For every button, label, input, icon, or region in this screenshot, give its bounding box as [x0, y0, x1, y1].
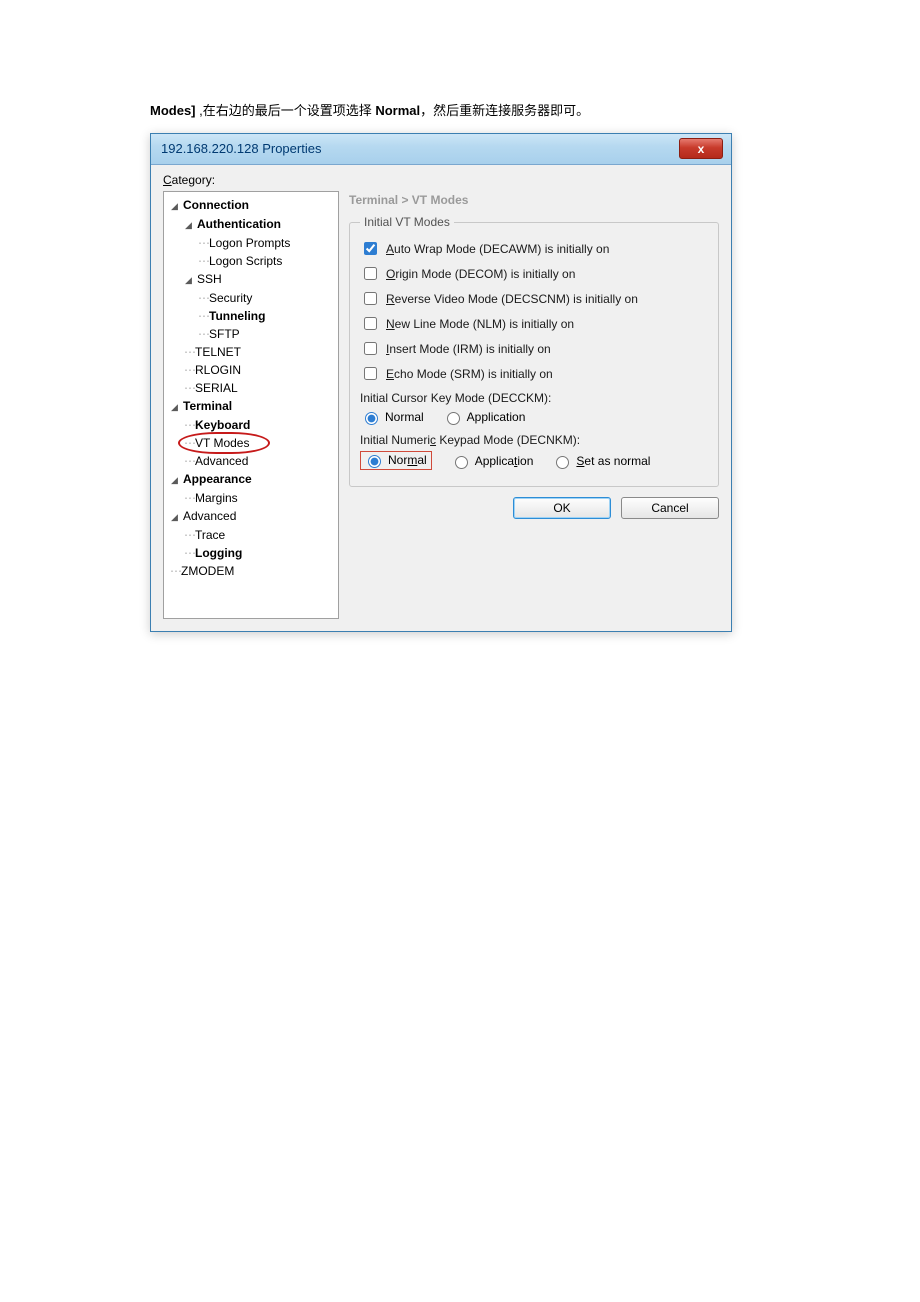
radio-keypad-application[interactable]: Application	[450, 453, 534, 469]
checkbox-reverse[interactable]: Reverse Video Mode (DECSCNM) is initiall…	[360, 289, 708, 308]
radio-keypad-set-normal[interactable]: Set as normal	[551, 453, 650, 469]
tree-item-telnet[interactable]: ⋯TELNET	[184, 343, 336, 361]
checkbox-newline-label: New Line Mode (NLM) is initially on	[386, 317, 574, 331]
category-label: Category:	[163, 173, 719, 187]
panel-breadcrumb: Terminal > VT Modes	[349, 193, 719, 207]
tree-item-ssh[interactable]: ◢SSH ⋯Security ⋯Tunneling ⋯SFTP	[184, 270, 336, 343]
tree-item-appearance[interactable]: ◢Appearance ⋯Margins	[170, 470, 336, 507]
titlebar[interactable]: 192.168.220.128 Properties x	[151, 134, 731, 165]
tree-item-logon-prompts[interactable]: ⋯Logon Prompts	[198, 234, 336, 252]
category-tree[interactable]: ◢Connection ◢Authentication ⋯Logon Promp…	[163, 191, 339, 619]
checkbox-newline-input[interactable]	[364, 317, 377, 330]
tree-item-terminal[interactable]: ◢Terminal ⋯Keyboard ⋯VT Modes ⋯Advanced	[170, 397, 336, 470]
tree-item-logging[interactable]: ⋯Logging	[184, 544, 336, 562]
tree-item-vt-modes[interactable]: ⋯VT Modes	[184, 434, 336, 452]
close-button[interactable]: x	[679, 138, 723, 159]
tree-item-zmodem[interactable]: ⋯ZMODEM	[170, 562, 336, 580]
checkbox-echo-label: Echo Mode (SRM) is initially on	[386, 367, 553, 381]
tree-item-authentication[interactable]: ◢Authentication ⋯Logon Prompts ⋯Logon Sc…	[184, 215, 336, 270]
ok-button[interactable]: OK	[513, 497, 611, 519]
tree-item-keyboard[interactable]: ⋯Keyboard	[184, 416, 336, 434]
radio-cursor-normal[interactable]: Normal	[360, 409, 424, 425]
tree-item-connection[interactable]: ◢Connection ◢Authentication ⋯Logon Promp…	[170, 196, 336, 397]
checkbox-insert[interactable]: Insert Mode (IRM) is initially on	[360, 339, 708, 358]
checkbox-reverse-label: Reverse Video Mode (DECSCNM) is initiall…	[386, 292, 638, 306]
tree-item-sftp[interactable]: ⋯SFTP	[198, 325, 336, 343]
checkbox-origin[interactable]: Origin Mode (DECOM) is initially on	[360, 264, 708, 283]
checkbox-origin-input[interactable]	[364, 267, 377, 280]
cursor-mode-label: Initial Cursor Key Mode (DECCKM):	[360, 391, 708, 405]
radio-cursor-application[interactable]: Application	[442, 409, 526, 425]
keypad-mode-label: Initial Numeric Keypad Mode (DECNKM):	[360, 433, 708, 447]
tree-item-tunneling[interactable]: ⋯Tunneling	[198, 307, 336, 325]
cancel-button[interactable]: Cancel	[621, 497, 719, 519]
tree-item-security[interactable]: ⋯Security	[198, 289, 336, 307]
checkbox-newline[interactable]: New Line Mode (NLM) is initially on	[360, 314, 708, 333]
checkbox-origin-label: Origin Mode (DECOM) is initially on	[386, 267, 575, 281]
close-icon: x	[698, 142, 705, 156]
tree-item-logon-scripts[interactable]: ⋯Logon Scripts	[198, 252, 336, 270]
tree-item-margins[interactable]: ⋯Margins	[184, 489, 336, 507]
tree-item-advanced[interactable]: ⋯Advanced	[184, 452, 336, 470]
dialog-title: 192.168.220.128 Properties	[161, 141, 321, 156]
group-legend: Initial VT Modes	[360, 215, 454, 229]
initial-vt-modes-group: Initial VT Modes Auto Wrap Mode (DECAWM)…	[349, 215, 719, 487]
tree-item-advanced2[interactable]: ◢Advanced ⋯Trace ⋯Logging	[170, 507, 336, 562]
checkbox-auto-wrap-label: Auto Wrap Mode (DECAWM) is initially on	[386, 242, 609, 256]
tree-item-serial[interactable]: ⋯SERIAL	[184, 379, 336, 397]
properties-dialog: 192.168.220.128 Properties x Category: ◢…	[150, 133, 732, 632]
tree-item-rlogin[interactable]: ⋯RLOGIN	[184, 361, 336, 379]
checkbox-insert-label: Insert Mode (IRM) is initially on	[386, 342, 551, 356]
checkbox-reverse-input[interactable]	[364, 292, 377, 305]
caption-text: Modes] ,在右边的最后一个设置项选择 Normal，然后重新连接服务器即可…	[150, 100, 770, 119]
checkbox-insert-input[interactable]	[364, 342, 377, 355]
radio-keypad-normal[interactable]: Normal	[360, 451, 432, 470]
checkbox-echo[interactable]: Echo Mode (SRM) is initially on	[360, 364, 708, 383]
checkbox-echo-input[interactable]	[364, 367, 377, 380]
tree-item-trace[interactable]: ⋯Trace	[184, 526, 336, 544]
checkbox-auto-wrap-input[interactable]	[364, 242, 377, 255]
checkbox-auto-wrap[interactable]: Auto Wrap Mode (DECAWM) is initially on	[360, 239, 708, 258]
